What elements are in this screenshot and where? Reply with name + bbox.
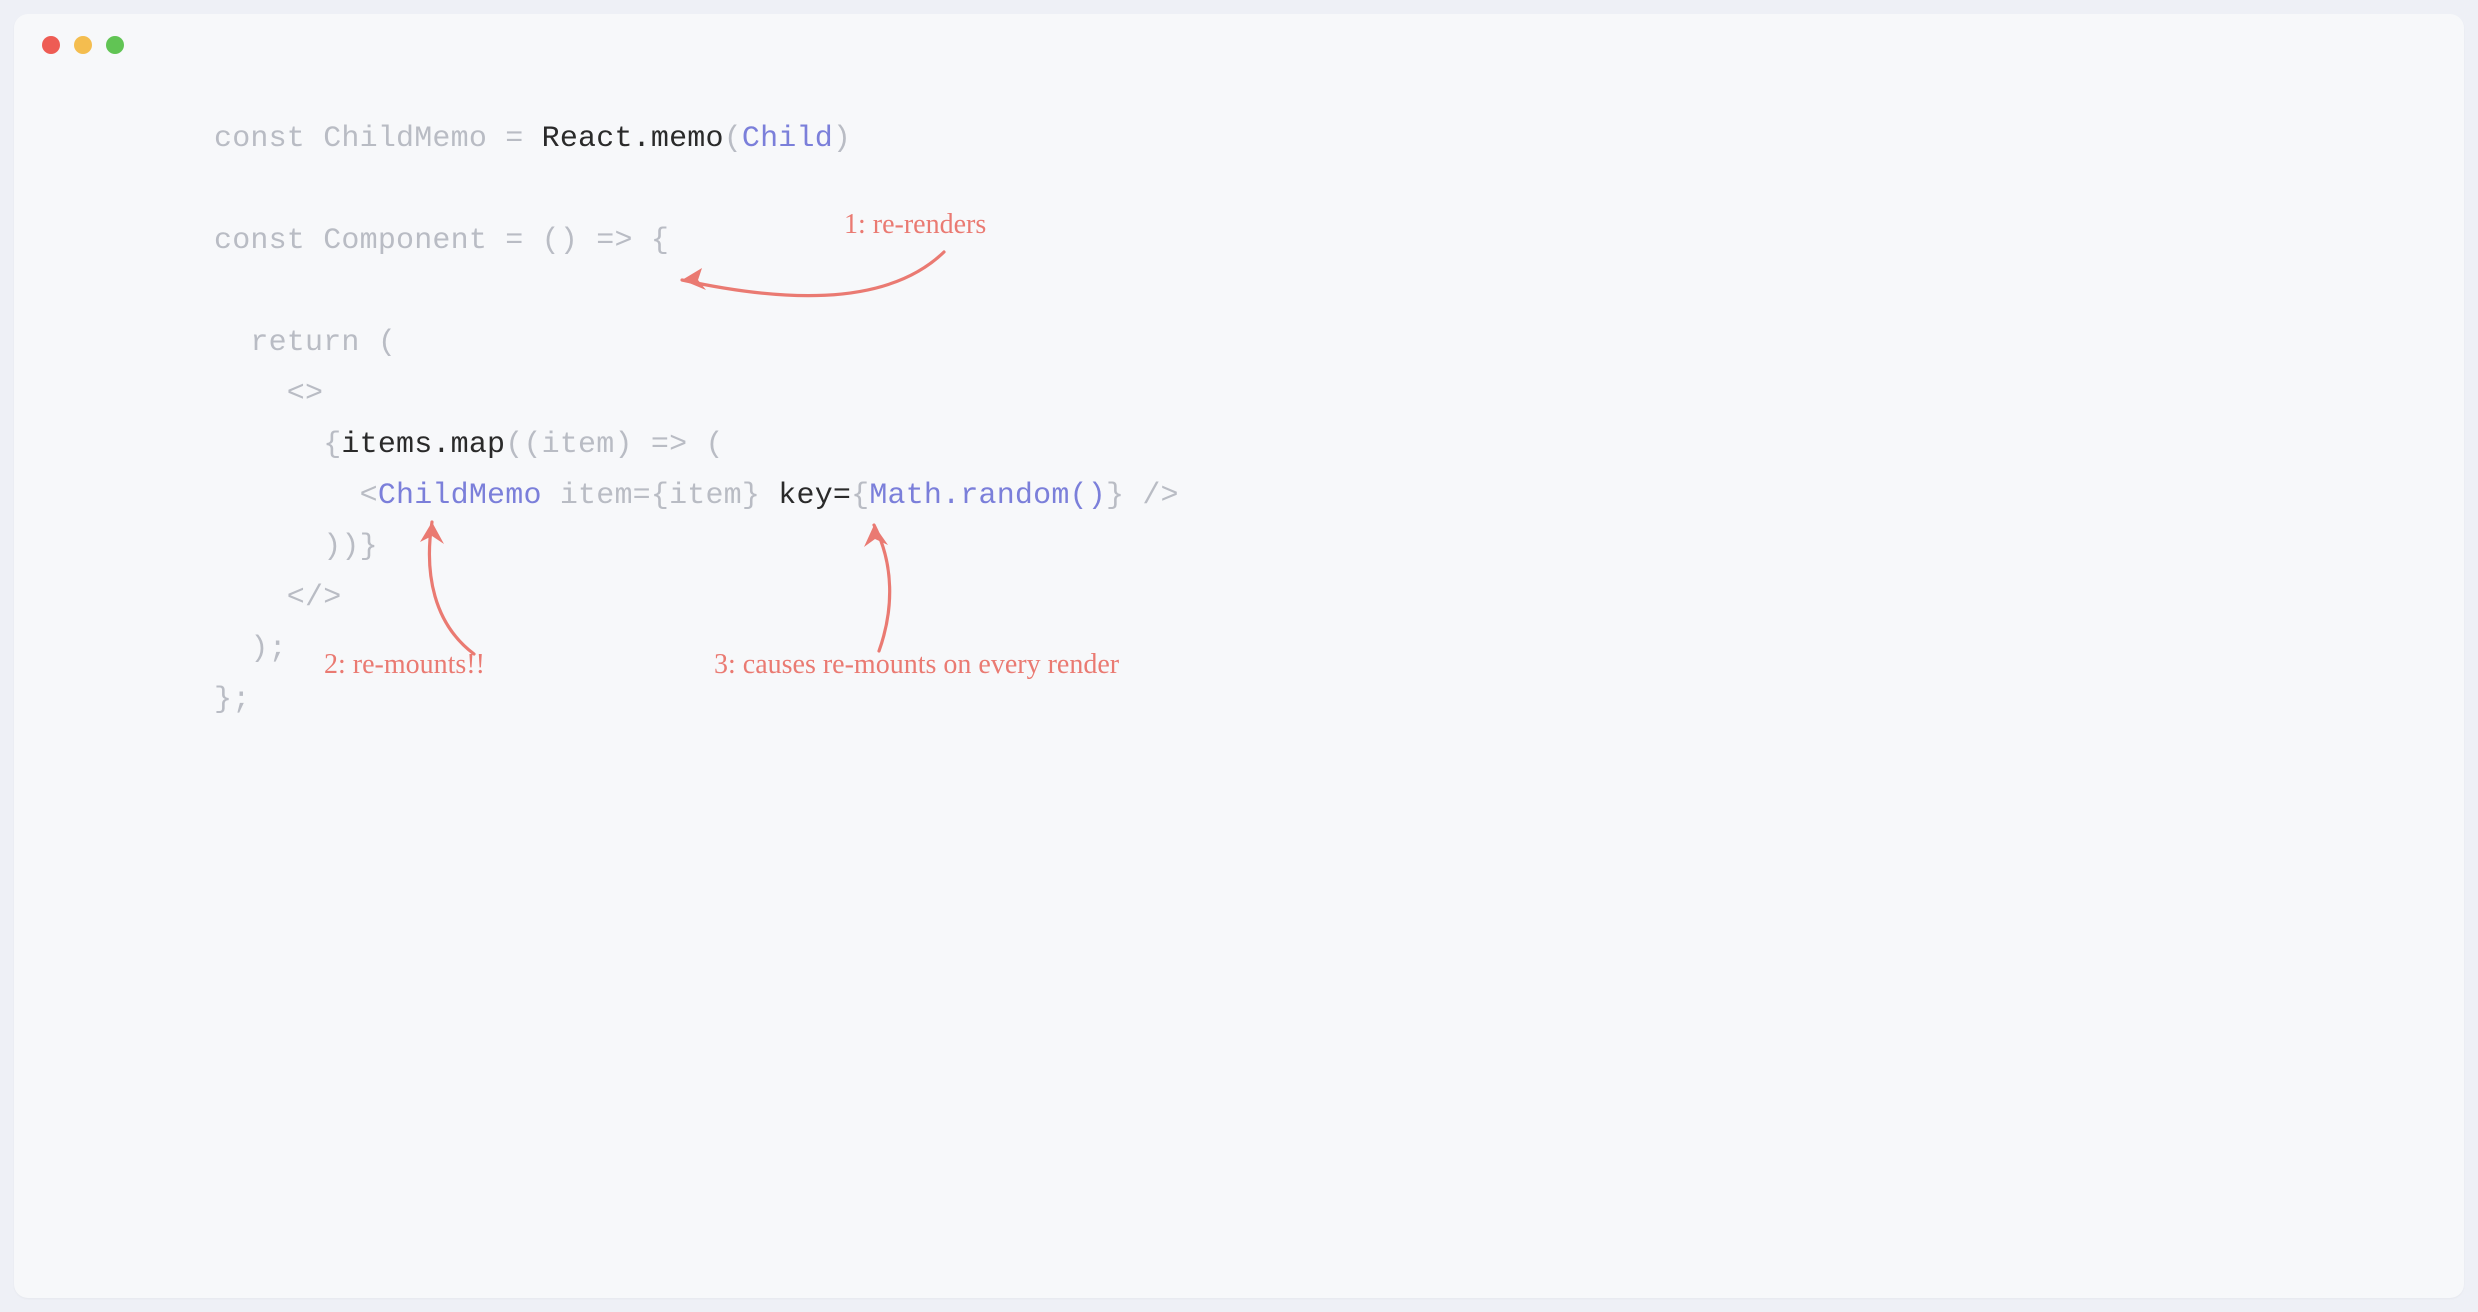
code-text: ( (724, 122, 742, 156)
code-text: items.map (341, 428, 505, 462)
code-text: key= (778, 479, 851, 513)
zoom-icon (106, 36, 124, 54)
code-window: const ChildMemo = React.memo(Child) cons… (14, 14, 2464, 1298)
code-text: ))} (214, 530, 378, 564)
code-block: const ChildMemo = React.memo(Child) cons… (214, 114, 2404, 726)
code-text: item={item} (542, 479, 779, 513)
code-text: ChildMemo (378, 479, 542, 513)
code-text: } (1106, 479, 1124, 513)
code-text: ) (833, 122, 851, 156)
code-text: }; (214, 683, 250, 717)
minimize-icon (74, 36, 92, 54)
code-text: ); (214, 632, 287, 666)
code-text: const ChildMemo = (214, 122, 542, 156)
close-icon (42, 36, 60, 54)
annotation-rerenders: 1: re-renders (844, 209, 986, 241)
code-text: Child (742, 122, 833, 156)
traffic-lights (42, 36, 124, 54)
code-text: Math.random() (869, 479, 1106, 513)
code-text: { (214, 428, 341, 462)
annotation-cause: 3: causes re-mounts on every render (714, 649, 1119, 681)
code-text: < (214, 479, 378, 513)
code-text: return ( (214, 326, 396, 360)
code-text: /> (1124, 479, 1179, 513)
code-text: const Component = () => { (214, 224, 669, 258)
annotation-remounts: 2: re-mounts!! (324, 649, 485, 681)
code-text: { (851, 479, 869, 513)
code-text: ((item) => ( (505, 428, 723, 462)
code-text: </> (214, 581, 341, 615)
code-text: <> (214, 377, 323, 411)
code-text: React.memo (542, 122, 724, 156)
